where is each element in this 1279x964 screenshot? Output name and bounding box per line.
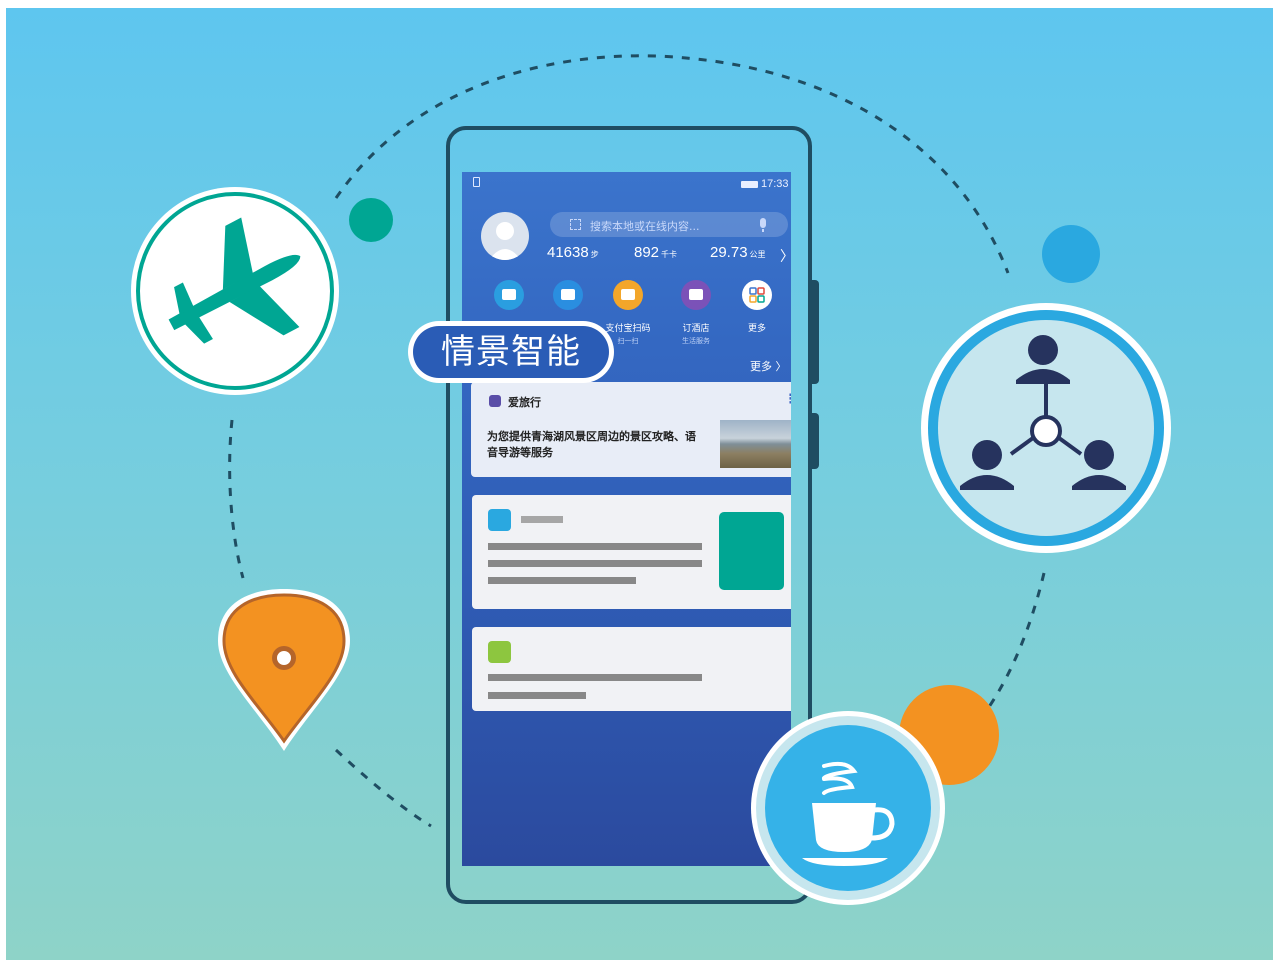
coffee-badge	[751, 711, 945, 905]
illustration-canvas: 17:33 搜索本地或在线内容... 41638 步 892 千卡 29.73 公里 …	[6, 8, 1273, 960]
foreground-layer	[751, 711, 945, 905]
